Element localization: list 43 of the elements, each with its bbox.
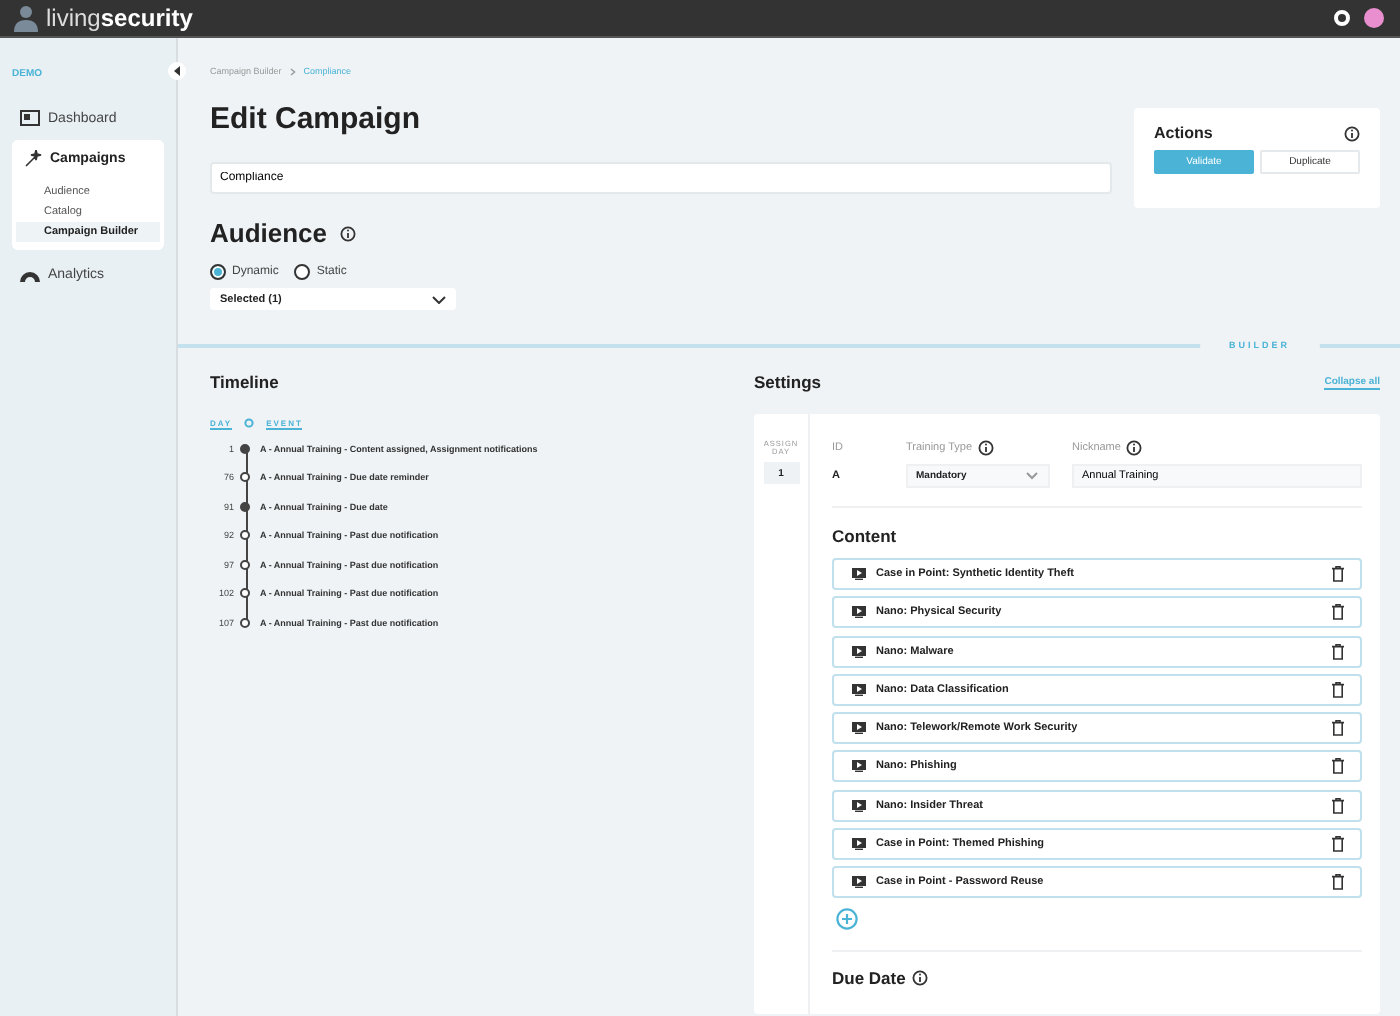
trash-icon[interactable] bbox=[1332, 566, 1344, 582]
video-icon bbox=[852, 799, 866, 812]
collapse-sidebar-button[interactable] bbox=[168, 62, 186, 80]
chevron-icon bbox=[289, 67, 296, 75]
gauge-icon bbox=[20, 269, 40, 281]
info-icon[interactable] bbox=[978, 440, 995, 456]
video-icon bbox=[852, 838, 866, 851]
video-icon bbox=[852, 683, 866, 696]
settings-heading: Settings bbox=[754, 372, 822, 392]
video-icon bbox=[852, 876, 866, 889]
video-icon bbox=[852, 606, 866, 619]
trash-icon[interactable] bbox=[1332, 720, 1344, 737]
due-date-heading: Due Date bbox=[832, 968, 906, 989]
chevron-down-icon bbox=[1026, 472, 1038, 480]
info-icon[interactable] bbox=[339, 225, 356, 241]
video-icon bbox=[852, 722, 866, 735]
actions-title: Actions bbox=[1154, 124, 1213, 142]
video-icon bbox=[852, 568, 866, 580]
trash-icon[interactable] bbox=[1332, 681, 1344, 698]
info-icon[interactable] bbox=[1126, 440, 1143, 456]
person-logo-icon bbox=[12, 4, 40, 32]
trash-icon[interactable] bbox=[1332, 604, 1344, 621]
trash-icon[interactable] bbox=[1332, 797, 1344, 814]
trash-icon[interactable] bbox=[1332, 836, 1344, 853]
brand-name-bold: security bbox=[100, 4, 193, 32]
audience-heading: Audience bbox=[210, 218, 328, 248]
info-icon[interactable] bbox=[1344, 125, 1360, 141]
sparkle-icon bbox=[24, 150, 42, 168]
trash-icon[interactable] bbox=[1332, 874, 1344, 891]
trash-icon[interactable] bbox=[1332, 643, 1344, 660]
dashboard-icon bbox=[20, 110, 40, 126]
video-icon bbox=[852, 645, 866, 658]
settings-icon[interactable] bbox=[1334, 10, 1350, 26]
avatar-circle[interactable] bbox=[1364, 8, 1384, 28]
trash-icon[interactable] bbox=[1332, 758, 1344, 775]
caret-left-icon bbox=[173, 66, 181, 76]
brand-name-light: living bbox=[46, 4, 101, 32]
timeline-heading: Timeline bbox=[210, 372, 281, 392]
page-title: Edit Campaign bbox=[210, 102, 423, 136]
video-icon bbox=[852, 760, 866, 773]
content-heading: Content bbox=[832, 526, 899, 546]
chevron-down-icon bbox=[432, 295, 446, 303]
info-icon[interactable] bbox=[911, 970, 928, 987]
